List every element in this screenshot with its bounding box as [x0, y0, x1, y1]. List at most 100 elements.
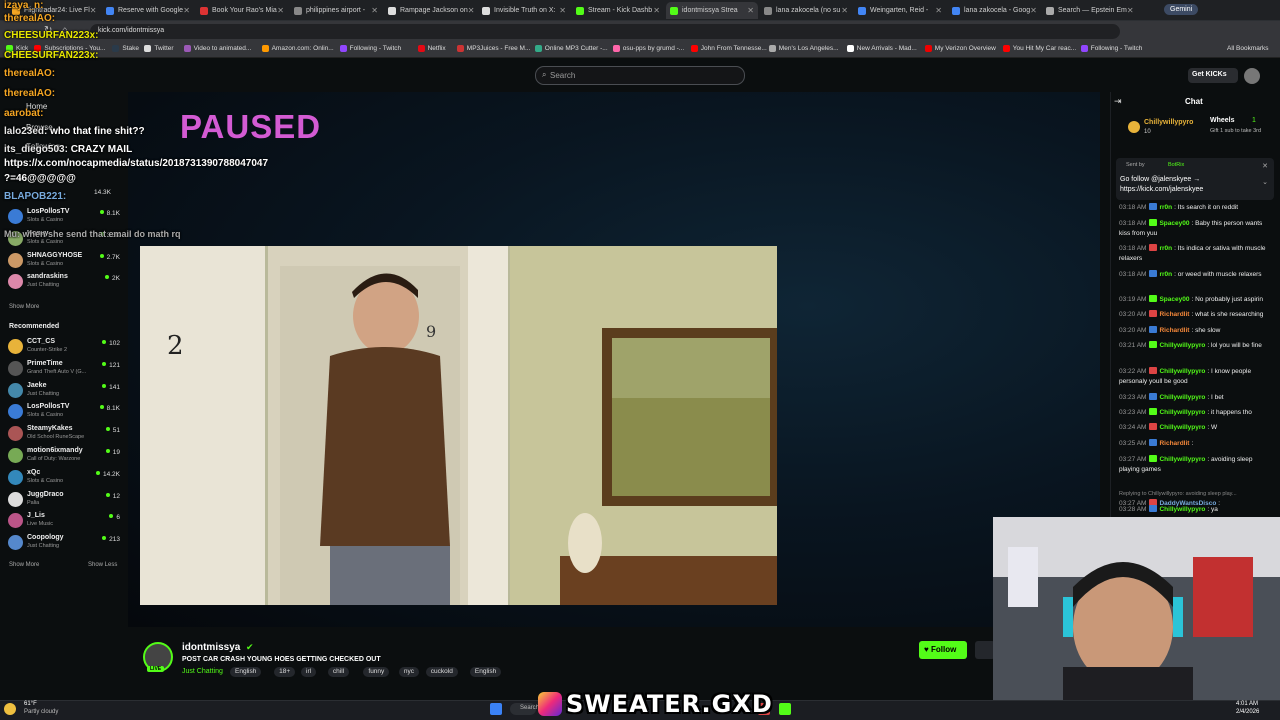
browser-tab[interactable]: idontmissya Strea ✕ — [666, 2, 758, 19]
kick-taskbar-icon[interactable] — [779, 703, 791, 715]
tab-label: lana zakocela (no su — [776, 7, 841, 14]
close-icon[interactable]: ✕ — [747, 6, 754, 15]
bookmark-item[interactable]: Twitter — [144, 45, 174, 52]
close-icon[interactable]: ✕ — [935, 6, 942, 15]
category-link[interactable]: Just Chatting — [182, 668, 223, 675]
sidebar-recommended-channel[interactable]: PrimeTime Grand Theft Auto V (G... 121 — [6, 358, 124, 380]
gemini-button[interactable]: Gemini — [1164, 4, 1199, 15]
bookmark-item[interactable]: Netflix — [417, 45, 446, 52]
chat-username[interactable]: rr0n — [1159, 245, 1172, 252]
close-icon[interactable]: ✕ — [277, 6, 284, 15]
stream-tag[interactable]: 18+ — [274, 667, 296, 677]
close-icon[interactable]: ✕ — [468, 6, 475, 15]
browser-tab[interactable]: lana zakocela (no su ✕ — [760, 2, 852, 19]
sidebar-recommended-channel[interactable]: SteamyKakes Old School RuneScape 51 — [6, 423, 124, 445]
sidebar-recommended-channel[interactable]: Coopology Just Chatting 213 — [6, 532, 124, 554]
windows-start-icon[interactable] — [490, 703, 502, 715]
stream-tag[interactable]: English — [469, 667, 502, 677]
gift-button[interactable] — [975, 641, 995, 659]
wheels-label[interactable]: Wheels — [1210, 117, 1235, 124]
stream-tag[interactable]: English — [230, 667, 262, 677]
close-icon[interactable]: ✕ — [183, 6, 190, 15]
show-more-following[interactable]: Show More — [9, 304, 39, 310]
bookmark-item[interactable]: Following - Twitch — [339, 45, 401, 52]
bookmark-item[interactable]: osu-pps by grumd -... — [612, 45, 684, 52]
close-icon[interactable]: ✕ — [1030, 6, 1037, 15]
collapse-chat-icon[interactable]: ⇥ — [1114, 96, 1122, 107]
sidebar-recommended-channel[interactable]: motion6ixmandy Call of Duty: Warzone 19 — [6, 445, 124, 467]
chat-username[interactable]: Spacey00 — [1159, 296, 1189, 303]
show-more-recommended[interactable]: Show More — [9, 562, 39, 568]
browser-tab[interactable]: Stream - Kick Dashb ✕ — [572, 2, 664, 19]
sidebar-following-channel[interactable]: LosPollosTV Slots & Casino 8.1K — [6, 206, 124, 228]
browser-tab[interactable]: Rampage Jackson on ✕ — [384, 2, 476, 19]
chat-username[interactable]: Chillywillypyro — [1159, 409, 1205, 416]
close-icon[interactable]: ✕ — [559, 6, 566, 15]
chat-username[interactable]: rr0n — [1159, 271, 1172, 278]
browser-tab[interactable]: philippines airport - ✕ — [290, 2, 382, 19]
avatar[interactable] — [1244, 68, 1260, 84]
sidebar-recommended-channel[interactable]: Jaeke Just Chatting 141 — [6, 380, 124, 402]
hidden-top-viewers: 14.3K — [94, 189, 111, 196]
search-input[interactable]: Search — [535, 66, 745, 85]
chat-username[interactable]: rr0n — [1159, 204, 1172, 211]
sidebar-recommended-channel[interactable]: JuggDraco Palia 12 — [6, 489, 124, 511]
stream-tag[interactable]: chill — [327, 667, 350, 677]
bookmark-item[interactable]: You Hit My Car reac... — [1002, 45, 1076, 52]
browser-tab[interactable]: Weingarten, Reid - ✕ — [854, 2, 946, 19]
chat-username[interactable]: Chillywillypyro — [1159, 456, 1205, 463]
bookmark-item[interactable]: MP3Juices - Free M... — [456, 45, 530, 52]
chat-username[interactable]: Richardlit — [1159, 440, 1189, 447]
close-icon[interactable]: ✕ — [841, 6, 848, 15]
chat-username[interactable]: Chillywillypyro — [1159, 342, 1205, 349]
tab-label: lana zakocela - Goog — [964, 7, 1031, 14]
sidebar-recommended-channel[interactable]: LosPollosTV Slots & Casino 8.1K — [6, 401, 124, 423]
chat-username[interactable]: Spacey00 — [1159, 220, 1189, 227]
streamer-name[interactable]: idontmissya — [182, 642, 240, 653]
chevron-down-icon[interactable]: ⌄ — [1262, 178, 1268, 186]
bookmark-item[interactable]: Stake — [112, 45, 139, 52]
stream-tag[interactable]: cuckold — [425, 667, 458, 677]
get-kicks-button[interactable]: Get KICKs — [1188, 68, 1238, 83]
bookmark-item[interactable]: My Verizon Overview — [924, 45, 996, 52]
browser-tab[interactable]: Book Your Rao's Mia ✕ — [196, 2, 288, 19]
close-icon[interactable]: ✕ — [653, 6, 660, 15]
browser-tab[interactable]: Reserve with Google ✕ — [102, 2, 194, 19]
browser-tab[interactable]: lana zakocela - Goog ✕ — [948, 2, 1040, 19]
chat-username[interactable]: Chillywillypyro — [1159, 368, 1205, 375]
sidebar-recommended-channel[interactable]: xQc Slots & Casino 14.2K — [6, 467, 124, 489]
taskbar-search[interactable]: Search — [510, 703, 539, 715]
chat-username[interactable]: Chillywillypyro — [1159, 506, 1205, 513]
top-gifter-name[interactable]: Chillywillypyro — [1144, 119, 1193, 126]
chat-username[interactable]: Richardlit — [1159, 311, 1189, 318]
bookmark-item[interactable]: Men's Los Angeles... — [768, 45, 839, 52]
bookmark-item[interactable]: Following - Twitch — [1080, 45, 1142, 52]
show-less-button[interactable]: Show Less — [88, 562, 117, 568]
close-icon[interactable]: ✕ — [1127, 6, 1134, 15]
pinned-text[interactable]: Go follow @jalenskyee → https://kick.com… — [1120, 175, 1260, 195]
browser-tab[interactable]: Search — Epstein Em ✕ — [1042, 2, 1134, 19]
stream-tag[interactable]: irl — [301, 667, 317, 677]
stream-tag[interactable]: nyc — [398, 667, 420, 677]
chat-username[interactable]: Chillywillypyro — [1159, 424, 1205, 431]
close-icon[interactable]: ✕ — [90, 6, 97, 15]
bookmark-item[interactable]: Amazon.com: Onlin... — [261, 45, 334, 52]
video-frame[interactable]: 2 9 — [140, 246, 777, 605]
close-icon[interactable]: ✕ — [371, 6, 378, 15]
browser-tab[interactable]: Invisible Truth on X: ✕ — [478, 2, 570, 19]
sidebar-recommended-channel[interactable]: CCT_CS Counter-Strike 2 102 — [6, 336, 124, 358]
sidebar-following-channel[interactable]: SHNAGGYHOSE Slots & Casino 2.7K — [6, 250, 124, 272]
follow-button[interactable]: ♥ Follow — [919, 641, 967, 659]
bookmark-item[interactable]: Online MP3 Cutter -... — [534, 45, 608, 52]
bookmark-item[interactable]: Video to animated... — [183, 45, 251, 52]
sidebar-recommended-channel[interactable]: J_Lis Live Music 6 — [6, 510, 124, 532]
chat-username[interactable]: Richardlit — [1159, 327, 1189, 334]
all-bookmarks-button[interactable]: All Bookmarks — [1227, 45, 1269, 52]
chat-username[interactable]: Chillywillypyro — [1159, 394, 1205, 401]
sidebar-following-channel[interactable]: sandraskins Just Chatting 2K — [6, 271, 124, 293]
url-field[interactable]: kick.com/idontmissya — [90, 24, 1120, 39]
bookmark-item[interactable]: New Arrivals - Mad... — [846, 45, 917, 52]
stream-tag[interactable]: funny — [363, 667, 390, 677]
unpin-icon[interactable]: ✕ — [1262, 162, 1268, 170]
bookmark-item[interactable]: John From Tennesse... — [690, 45, 767, 52]
